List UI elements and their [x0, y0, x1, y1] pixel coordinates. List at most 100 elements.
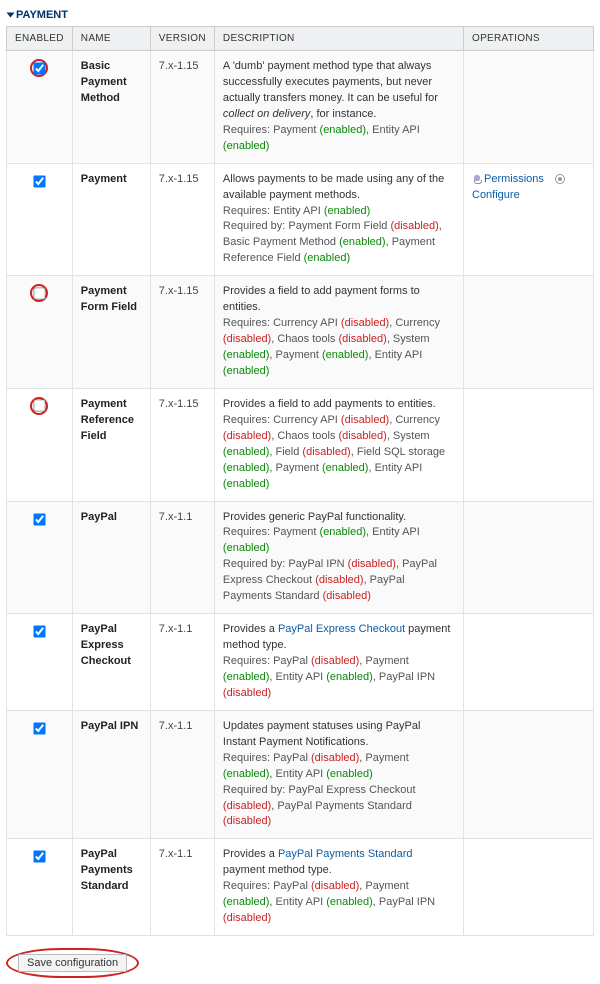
module-name: PayPal Payments Standard [72, 839, 150, 936]
status-label: (enabled) [223, 349, 269, 361]
module-description: A 'dumb' payment method type that always… [214, 51, 463, 164]
status-label: (disabled) [341, 414, 389, 426]
module-name: Basic Payment Method [72, 51, 150, 164]
status-label: (enabled) [223, 478, 269, 490]
enable-checkbox[interactable] [34, 287, 46, 299]
module-version: 7.x-1.1 [150, 501, 214, 614]
module-version: 7.x-1.1 [150, 839, 214, 936]
status-label: (enabled) [326, 896, 372, 908]
status-label: (enabled) [320, 526, 366, 538]
module-description: Allows payments to be made using any of … [214, 163, 463, 276]
table-row: PayPal Express Checkout 7.x-1.1 Provides… [7, 614, 594, 711]
status-label: (disabled) [223, 800, 271, 812]
enable-checkbox[interactable] [34, 175, 46, 187]
status-label: (enabled) [324, 205, 370, 217]
module-description: Provides a PayPal Payments Standard paym… [214, 839, 463, 936]
chevron-down-icon [7, 13, 15, 18]
enable-checkbox[interactable] [34, 513, 46, 525]
status-label: (disabled) [339, 333, 387, 345]
table-row: Payment Form Field 7.x-1.15 Provides a f… [7, 276, 594, 389]
status-label: (disabled) [223, 815, 271, 827]
panel-title-text: PAYMENT [16, 9, 68, 21]
status-label: (enabled) [326, 671, 372, 683]
status-label: (enabled) [339, 236, 385, 248]
status-label: (enabled) [223, 462, 269, 474]
status-label: (enabled) [322, 349, 368, 361]
enable-checkbox[interactable] [34, 400, 46, 412]
status-label: (enabled) [320, 124, 366, 136]
status-label: (disabled) [323, 590, 371, 602]
status-label: (enabled) [322, 462, 368, 474]
module-version: 7.x-1.15 [150, 163, 214, 276]
module-operations: Permissions Configure [464, 163, 594, 276]
module-operations [464, 51, 594, 164]
enable-checkbox[interactable] [34, 62, 46, 74]
panel-title[interactable]: PAYMENT [6, 6, 594, 26]
table-row: Basic Payment Method 7.x-1.15 A 'dumb' p… [7, 51, 594, 164]
status-label: (enabled) [326, 768, 372, 780]
permissions-link[interactable]: Permissions [472, 173, 544, 185]
status-label: (enabled) [223, 365, 269, 377]
module-name: Payment [72, 163, 150, 276]
status-label: (disabled) [302, 446, 350, 458]
status-label: (disabled) [315, 574, 363, 586]
status-label: (enabled) [223, 446, 269, 458]
save-configuration-button[interactable]: Save configuration [18, 954, 127, 972]
module-description: Updates payment statuses using PayPal In… [214, 710, 463, 839]
module-operations [464, 276, 594, 389]
paypal-express-checkout-link[interactable]: PayPal Express Checkout [278, 623, 405, 635]
module-name: PayPal IPN [72, 710, 150, 839]
status-label: (enabled) [223, 542, 269, 554]
status-label: (enabled) [304, 252, 350, 264]
module-version: 7.x-1.15 [150, 51, 214, 164]
module-version: 7.x-1.1 [150, 614, 214, 711]
status-label: (disabled) [223, 687, 271, 699]
enable-checkbox[interactable] [34, 851, 46, 863]
status-label: (disabled) [348, 558, 396, 570]
module-description: Provides a PayPal Express Checkout payme… [214, 614, 463, 711]
paypal-payments-standard-link[interactable]: PayPal Payments Standard [278, 848, 413, 860]
module-version: 7.x-1.15 [150, 388, 214, 501]
module-operations [464, 388, 594, 501]
table-row: PayPal Payments Standard 7.x-1.1 Provide… [7, 839, 594, 936]
col-description[interactable]: DESCRIPTION [214, 27, 463, 51]
module-operations [464, 614, 594, 711]
col-name[interactable]: NAME [72, 27, 150, 51]
status-label: (enabled) [223, 896, 269, 908]
gear-icon [555, 174, 565, 184]
status-label: (disabled) [390, 220, 438, 232]
col-operations[interactable]: OPERATIONS [464, 27, 594, 51]
module-name: PayPal Express Checkout [72, 614, 150, 711]
status-label: (disabled) [223, 333, 271, 345]
status-label: (disabled) [341, 317, 389, 329]
enable-checkbox[interactable] [34, 625, 46, 637]
module-operations [464, 710, 594, 839]
status-label: (enabled) [223, 140, 269, 152]
table-row: Payment Reference Field 7.x-1.15 Provide… [7, 388, 594, 501]
status-label: (disabled) [223, 430, 271, 442]
status-label: (disabled) [339, 430, 387, 442]
status-label: (disabled) [311, 880, 359, 892]
modules-table: ENABLED NAME VERSION DESCRIPTION OPERATI… [6, 26, 594, 936]
status-label: (disabled) [311, 752, 359, 764]
module-operations [464, 501, 594, 614]
status-label: (disabled) [311, 655, 359, 667]
module-name: Payment Form Field [72, 276, 150, 389]
module-name: Payment Reference Field [72, 388, 150, 501]
highlight-oval: Save configuration [6, 948, 139, 978]
status-label: (enabled) [223, 768, 269, 780]
module-operations [464, 839, 594, 936]
table-row: Payment 7.x-1.15 Allows payments to be m… [7, 163, 594, 276]
module-description: Provides a field to add payment forms to… [214, 276, 463, 389]
highlight-ring [30, 284, 48, 302]
col-version[interactable]: VERSION [150, 27, 214, 51]
col-enabled[interactable]: ENABLED [7, 27, 73, 51]
enable-checkbox[interactable] [34, 722, 46, 734]
permissions-icon [472, 174, 482, 184]
highlight-ring [30, 59, 48, 77]
module-version: 7.x-1.15 [150, 276, 214, 389]
module-version: 7.x-1.1 [150, 710, 214, 839]
status-label: (disabled) [223, 912, 271, 924]
module-name: PayPal [72, 501, 150, 614]
table-row: PayPal 7.x-1.1 Provides generic PayPal f… [7, 501, 594, 614]
